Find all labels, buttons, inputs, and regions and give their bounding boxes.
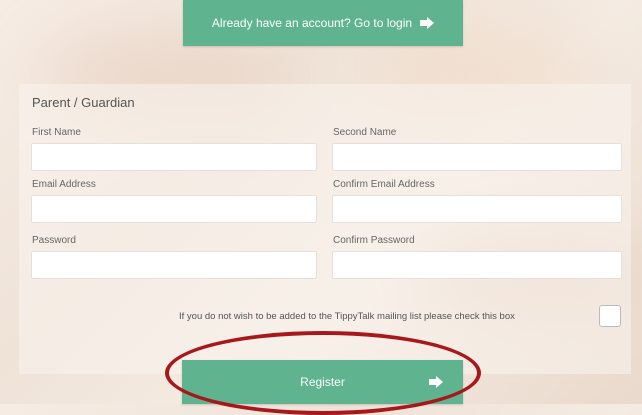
arrow-right-icon: [429, 376, 443, 388]
mailing-opt-out-checkbox[interactable]: [599, 305, 621, 327]
confirm-password-input[interactable]: [332, 251, 622, 279]
confirm-email-label: Confirm Email Address: [333, 179, 435, 190]
first-name-input[interactable]: [31, 143, 317, 171]
go-to-login-button[interactable]: Already have an account? Go to login: [183, 0, 463, 46]
second-name-label: Second Name: [333, 127, 397, 138]
register-label: Register: [300, 375, 345, 389]
password-input[interactable]: [31, 251, 317, 279]
password-label: Password: [32, 235, 76, 246]
email-label: Email Address: [32, 179, 96, 190]
confirm-password-label: Confirm Password: [333, 235, 415, 246]
mailing-opt-out-text: If you do not wish to be added to the Ti…: [179, 311, 515, 322]
second-name-input[interactable]: [332, 143, 622, 171]
go-to-login-label: Already have an account? Go to login: [211, 16, 413, 30]
section-title: Parent / Guardian: [32, 95, 135, 110]
confirm-email-input[interactable]: [332, 195, 622, 223]
registration-form: [19, 84, 631, 374]
email-input[interactable]: [31, 195, 317, 223]
arrow-right-icon: [420, 17, 435, 29]
first-name-label: First Name: [32, 127, 81, 138]
register-button[interactable]: Register: [182, 360, 463, 404]
